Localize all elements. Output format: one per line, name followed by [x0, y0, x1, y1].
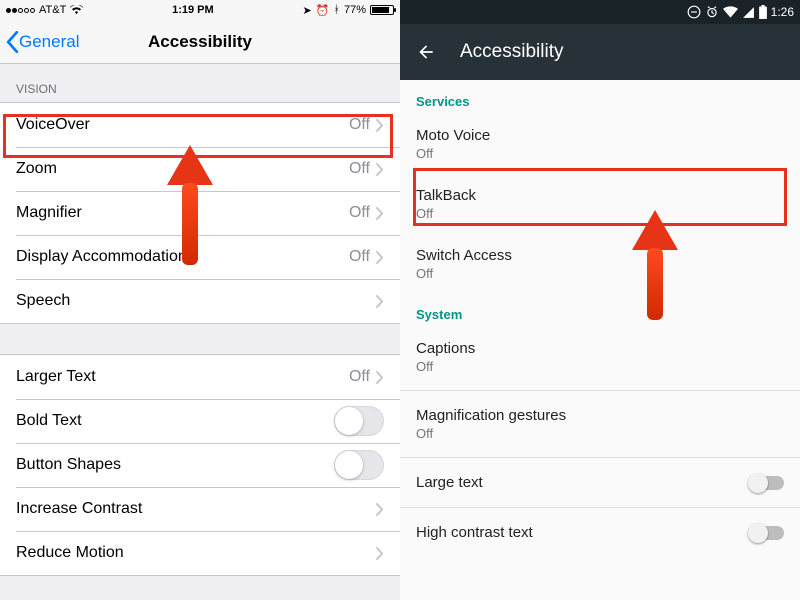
- carrier-label: AT&T: [39, 4, 66, 16]
- battery-icon: [759, 5, 767, 19]
- back-label: General: [19, 32, 79, 52]
- group-gap: [0, 324, 400, 354]
- row-secondary: Off: [416, 266, 784, 281]
- section-header-services: Services: [400, 80, 800, 115]
- row-speech[interactable]: Speech: [0, 279, 400, 323]
- row-button-shapes[interactable]: Button Shapes: [0, 443, 400, 487]
- divider: [400, 457, 800, 458]
- row-primary: High contrast text: [416, 524, 750, 541]
- row-label: Reduce Motion: [16, 544, 376, 562]
- ios-status-bar: AT&T 1:19 PM ➤ ⏰ ᚼ 77%: [0, 0, 400, 20]
- ios-pane: AT&T 1:19 PM ➤ ⏰ ᚼ 77% General Accessibi…: [0, 0, 400, 600]
- row-label: Increase Contrast: [16, 500, 376, 518]
- android-content: Services Moto Voice Off TalkBack Off Swi…: [400, 80, 800, 553]
- switch-button-shapes[interactable]: [334, 450, 384, 480]
- row-large-text[interactable]: Large text: [400, 462, 800, 503]
- chevron-right-icon: [376, 295, 384, 308]
- row-value: Off: [349, 160, 370, 178]
- row-captions[interactable]: Captions Off: [400, 328, 800, 386]
- ios-group-text: Larger Text Off Bold Text Button Shapes …: [0, 354, 400, 576]
- chevron-right-icon: [376, 503, 384, 516]
- row-secondary: Off: [416, 146, 784, 161]
- divider: [400, 390, 800, 391]
- row-primary: Switch Access: [416, 247, 784, 264]
- row-magnification-gestures[interactable]: Magnification gestures Off: [400, 395, 800, 453]
- row-reduce-motion[interactable]: Reduce Motion: [0, 531, 400, 575]
- row-voiceover[interactable]: VoiceOver Off: [0, 103, 400, 147]
- row-label: Speech: [16, 292, 376, 310]
- divider: [400, 507, 800, 508]
- row-value: Off: [349, 248, 370, 266]
- chevron-right-icon: [376, 163, 384, 176]
- status-time: 1:19 PM: [172, 4, 214, 16]
- section-header-system: System: [400, 293, 800, 328]
- row-increase-contrast[interactable]: Increase Contrast: [0, 487, 400, 531]
- arrow-back-icon: [416, 42, 436, 62]
- row-label: Larger Text: [16, 368, 349, 386]
- status-time: 1:26: [771, 5, 794, 19]
- row-value: Off: [349, 204, 370, 222]
- android-status-bar: 1:26: [400, 0, 800, 24]
- row-secondary: Off: [416, 206, 784, 221]
- row-bold-text[interactable]: Bold Text: [0, 399, 400, 443]
- row-label: Bold Text: [16, 412, 334, 430]
- switch-high-contrast-text[interactable]: [750, 526, 784, 540]
- chevron-right-icon: [376, 119, 384, 132]
- row-zoom[interactable]: Zoom Off: [0, 147, 400, 191]
- row-larger-text[interactable]: Larger Text Off: [0, 355, 400, 399]
- row-primary: Large text: [416, 474, 750, 491]
- row-label: VoiceOver: [16, 116, 349, 134]
- row-primary: Captions: [416, 340, 784, 357]
- row-secondary: Off: [416, 359, 784, 374]
- chevron-right-icon: [376, 251, 384, 264]
- row-value: Off: [349, 368, 370, 386]
- battery-percent: 77%: [344, 4, 366, 16]
- battery-icon: [370, 5, 394, 15]
- row-secondary: Off: [416, 426, 784, 441]
- android-appbar: Accessibility: [400, 24, 800, 80]
- row-label: Magnifier: [16, 204, 349, 222]
- ios-nav-bar: General Accessibility: [0, 20, 400, 64]
- alarm-icon: ⏰: [316, 4, 330, 17]
- back-button[interactable]: [416, 42, 436, 62]
- cell-signal-icon: [742, 6, 755, 19]
- row-label: Zoom: [16, 160, 349, 178]
- dnd-icon: [687, 5, 701, 19]
- row-label: Display Accommodations: [16, 248, 349, 266]
- android-pane: 1:26 Accessibility Services Moto Voice O…: [400, 0, 800, 600]
- row-moto-voice[interactable]: Moto Voice Off: [400, 115, 800, 173]
- row-talkback[interactable]: TalkBack Off: [400, 173, 800, 235]
- wifi-icon: [70, 5, 83, 15]
- chevron-left-icon: [6, 31, 19, 53]
- row-magnifier[interactable]: Magnifier Off: [0, 191, 400, 235]
- row-primary: Moto Voice: [416, 127, 784, 144]
- row-switch-access[interactable]: Switch Access Off: [400, 235, 800, 293]
- row-primary: TalkBack: [416, 187, 784, 204]
- chevron-right-icon: [376, 207, 384, 220]
- ios-group-vision: VoiceOver Off Zoom Off Magnifier Off Dis…: [0, 102, 400, 324]
- page-title: Accessibility: [460, 41, 563, 63]
- wifi-icon: [723, 6, 738, 18]
- location-icon: ➤: [302, 4, 311, 17]
- section-header-vision: VISION: [0, 64, 400, 102]
- chevron-right-icon: [376, 547, 384, 560]
- row-value: Off: [349, 116, 370, 134]
- switch-bold-text[interactable]: [334, 406, 384, 436]
- alarm-icon: [705, 5, 719, 19]
- row-primary: Magnification gestures: [416, 407, 784, 424]
- back-button[interactable]: General: [6, 31, 79, 53]
- signal-dots-icon: [6, 8, 35, 13]
- row-display-accommodations[interactable]: Display Accommodations Off: [0, 235, 400, 279]
- switch-large-text[interactable]: [750, 476, 784, 490]
- bluetooth-icon: ᚼ: [333, 4, 340, 16]
- row-label: Button Shapes: [16, 456, 334, 474]
- row-high-contrast-text[interactable]: High contrast text: [400, 512, 800, 553]
- chevron-right-icon: [376, 371, 384, 384]
